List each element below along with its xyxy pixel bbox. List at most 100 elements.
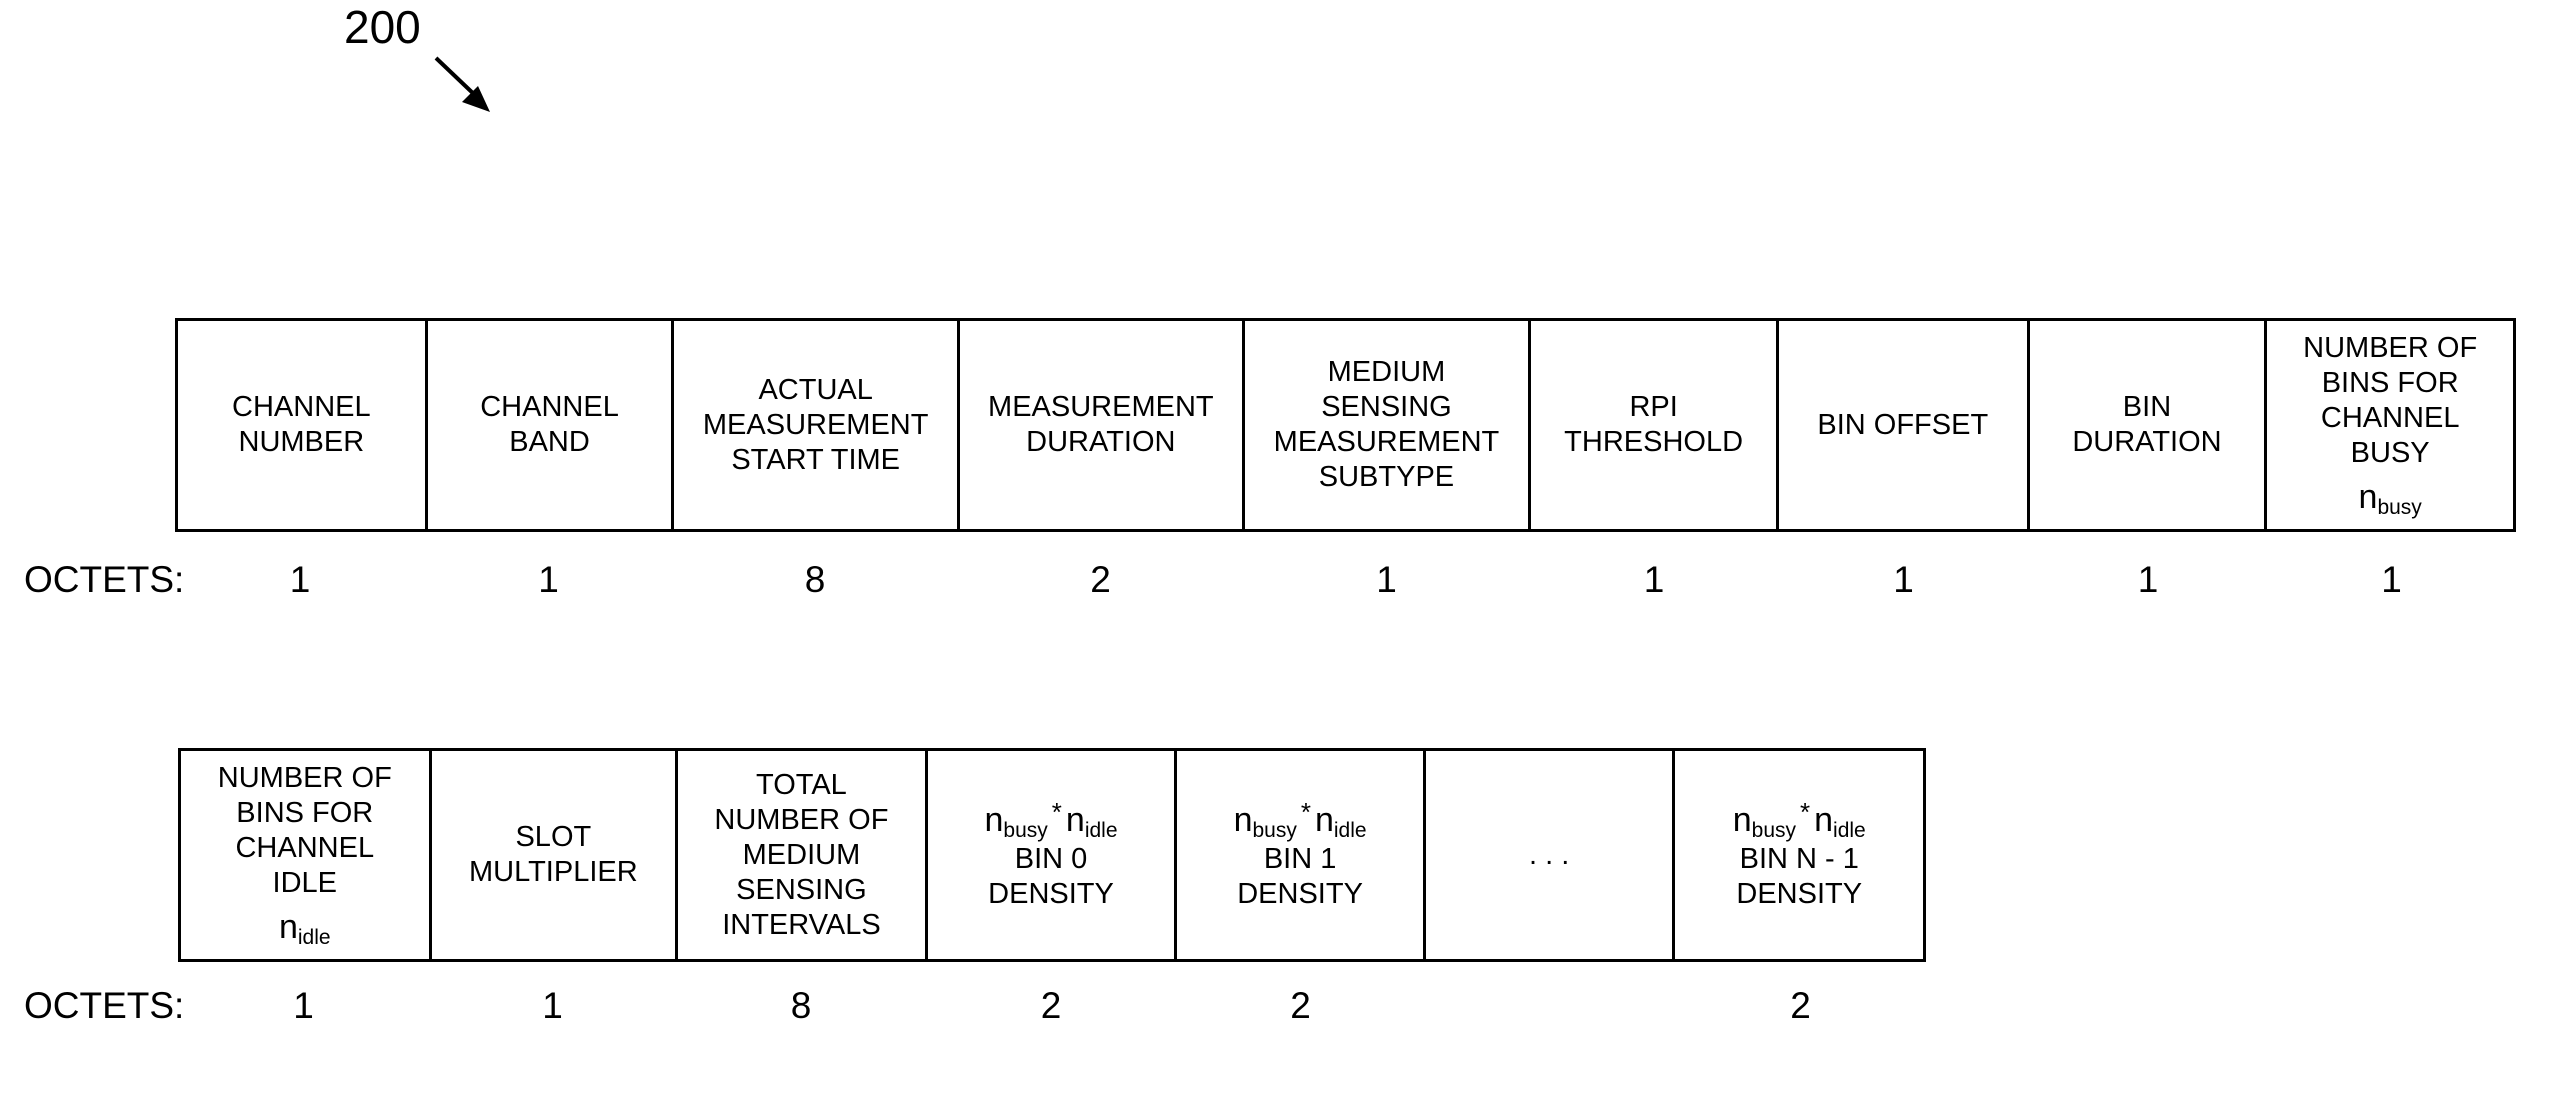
field-bin-duration: BIN DURATION xyxy=(2030,321,2268,529)
subscript: busy xyxy=(2377,496,2422,519)
symbol-n: n xyxy=(984,801,1004,839)
field-label-line: NUMBER OF xyxy=(217,762,392,794)
field-label-line: BIN N - 1 xyxy=(1739,843,1859,875)
octets-label: OCTETS: xyxy=(24,559,185,600)
symbol-n: n xyxy=(1814,801,1834,839)
subscript: idle xyxy=(1084,819,1118,842)
multiply-operator: * xyxy=(1051,797,1062,827)
field-bin-offset: BIN OFFSET xyxy=(1779,321,2030,529)
frame-format-row-1: CHANNEL NUMBER CHANNEL BAND ACTUAL MEASUREMEN… xyxy=(175,318,2517,532)
product-expression: nbusy* nidle xyxy=(1234,798,1367,842)
field-label-line: MULTIPLIER xyxy=(469,856,638,888)
field-label-line: MEASUREMENT xyxy=(1273,426,1500,458)
subscript: busy xyxy=(1003,819,1048,842)
field-number-of-bins-for-channel-busy: NUMBER OF BINS FOR CHANNEL BUSY nbusy xyxy=(2267,321,2517,529)
field-label-line: . . . xyxy=(1529,838,1570,871)
symbol-n: n xyxy=(2358,478,2378,516)
octet-count: 1 xyxy=(2137,559,2159,600)
field-label-line: BIN 1 xyxy=(1263,843,1337,875)
octet-count: 2 xyxy=(1090,559,1111,600)
field-label-line: RPI xyxy=(1629,391,1678,423)
product-expression: nbusy* nidle xyxy=(1733,798,1866,842)
field-label-line: BAND xyxy=(509,426,590,458)
field-label-line: SENSING xyxy=(736,873,867,906)
subscript: idle xyxy=(1833,819,1866,842)
octet-count: 1 xyxy=(1893,559,1914,600)
field-bin-1-density-density: nbusy* nidle BIN 1 DENSITY xyxy=(1177,751,1426,959)
octet-count: 2 xyxy=(1290,985,1311,1026)
symbol-n: n xyxy=(1065,801,1085,839)
subscript: idle xyxy=(1333,819,1367,842)
field-label-line: TOTAL xyxy=(756,768,847,801)
field-channel-band: CHANNEL BAND xyxy=(428,321,675,529)
field-total-number-of-medium-sensing-intervals: TOTAL NUMBER OF MEDIUM SENSING INTERVALS xyxy=(678,751,928,959)
field-label-line: IDLE xyxy=(272,867,338,899)
field-label-line: MEASUREMENT xyxy=(702,408,929,441)
multiply-operator: * xyxy=(1300,797,1311,827)
octet-count: 2 xyxy=(1040,985,1062,1026)
field-label-line: ACTUAL xyxy=(758,373,873,406)
field-label-line: INTERVALS xyxy=(722,908,881,941)
field-ellipsis: . . . xyxy=(1426,751,1676,959)
octet-count: 1 xyxy=(542,985,563,1026)
octet-count: 1 xyxy=(293,985,314,1026)
field-label-line: NUMBER xyxy=(238,426,365,458)
octets-row-2: OCTETS: 1 1 8 2 2 2 xyxy=(0,984,2552,1028)
field-label-line: BIN xyxy=(2122,391,2172,423)
field-label-line: NUMBER OF xyxy=(714,803,889,836)
field-slot-multiplier: SLOT MULTIPLIER xyxy=(432,751,679,959)
field-label-line: SLOT xyxy=(515,821,592,853)
octet-count: 2 xyxy=(1790,985,1811,1026)
product-expression: nbusy* nidle xyxy=(984,798,1117,842)
octet-count: 1 xyxy=(538,559,559,600)
field-label-line: BINS FOR xyxy=(236,797,374,829)
field-label-line: BUSY xyxy=(2350,437,2430,469)
field-label-line: DURATION xyxy=(1026,426,1176,458)
field-label-line: BIN 0 xyxy=(1014,843,1088,875)
field-label-line: START TIME xyxy=(731,443,901,476)
field-bin-0-density-density: nbusy* nidle BIN 0 DENSITY xyxy=(928,751,1178,959)
octet-count: 1 xyxy=(289,559,311,600)
field-label-line: CHANNEL xyxy=(235,832,375,864)
octet-count: 1 xyxy=(1643,559,1665,600)
field-label-line: CHANNEL xyxy=(2320,402,2460,434)
field-label-line: MEDIUM xyxy=(742,838,861,871)
field-label-line: DENSITY xyxy=(1736,878,1863,910)
symbol-n: n xyxy=(1732,801,1752,839)
subscript: busy xyxy=(1751,819,1796,842)
field-symbol: nidle xyxy=(279,905,331,949)
symbol-n: n xyxy=(1233,801,1253,839)
octets-row-1: OCTETS: 1 1 8 2 1 1 1 1 1 xyxy=(0,558,2552,602)
multiply-operator: * xyxy=(1800,797,1811,827)
arrow-down-right-icon xyxy=(434,56,490,112)
frame-format-row-2: NUMBER OF BINS FOR CHANNEL IDLE nidle SLOT MUL… xyxy=(178,748,1927,962)
figure-reference-numeral: 200 xyxy=(344,1,421,53)
field-label-line: THRESHOLD xyxy=(1564,426,1744,458)
field-label-line: DENSITY xyxy=(1237,878,1363,910)
symbol-n: n xyxy=(278,908,298,946)
octet-count: 8 xyxy=(804,559,826,600)
octet-count: 8 xyxy=(790,985,812,1026)
field-label-line: CHANNEL xyxy=(232,391,371,423)
field-label-line: BINS FOR xyxy=(2321,367,2459,399)
field-medium-sensing-measurement-subtype: MEDIUM SENSING MEASUREMENT SUBTYPE xyxy=(1245,321,1532,529)
subscript: idle xyxy=(297,926,331,949)
field-label-line: CHANNEL xyxy=(480,391,619,423)
field-rpi-threshold: RPI THRESHOLD xyxy=(1531,321,1779,529)
field-measurement-duration: MEASUREMENT DURATION xyxy=(960,321,1245,529)
field-label-line: SENSING xyxy=(1321,391,1452,423)
field-label-line: DURATION xyxy=(2072,426,2222,458)
field-bin-n-1-density-density: nbusy* nidle BIN N - 1 DENSITY xyxy=(1675,751,1927,959)
field-label-line: SUBTYPE xyxy=(1318,461,1455,493)
symbol-n: n xyxy=(1314,801,1334,839)
field-number-of-bins-for-channel-idle: NUMBER OF BINS FOR CHANNEL IDLE nidle xyxy=(181,751,432,959)
field-channel-number: CHANNEL NUMBER xyxy=(178,321,428,529)
octet-count: 1 xyxy=(2381,559,2402,600)
field-label-line: MEASUREMENT xyxy=(988,391,1214,423)
octets-label: OCTETS: xyxy=(24,985,185,1026)
field-label-line: BIN OFFSET xyxy=(1817,408,1989,441)
field-symbol: nbusy xyxy=(2359,475,2422,519)
subscript: busy xyxy=(1252,819,1297,842)
field-label-line: NUMBER OF xyxy=(2303,332,2478,364)
field-label-line: MEDIUM xyxy=(1327,356,1446,388)
